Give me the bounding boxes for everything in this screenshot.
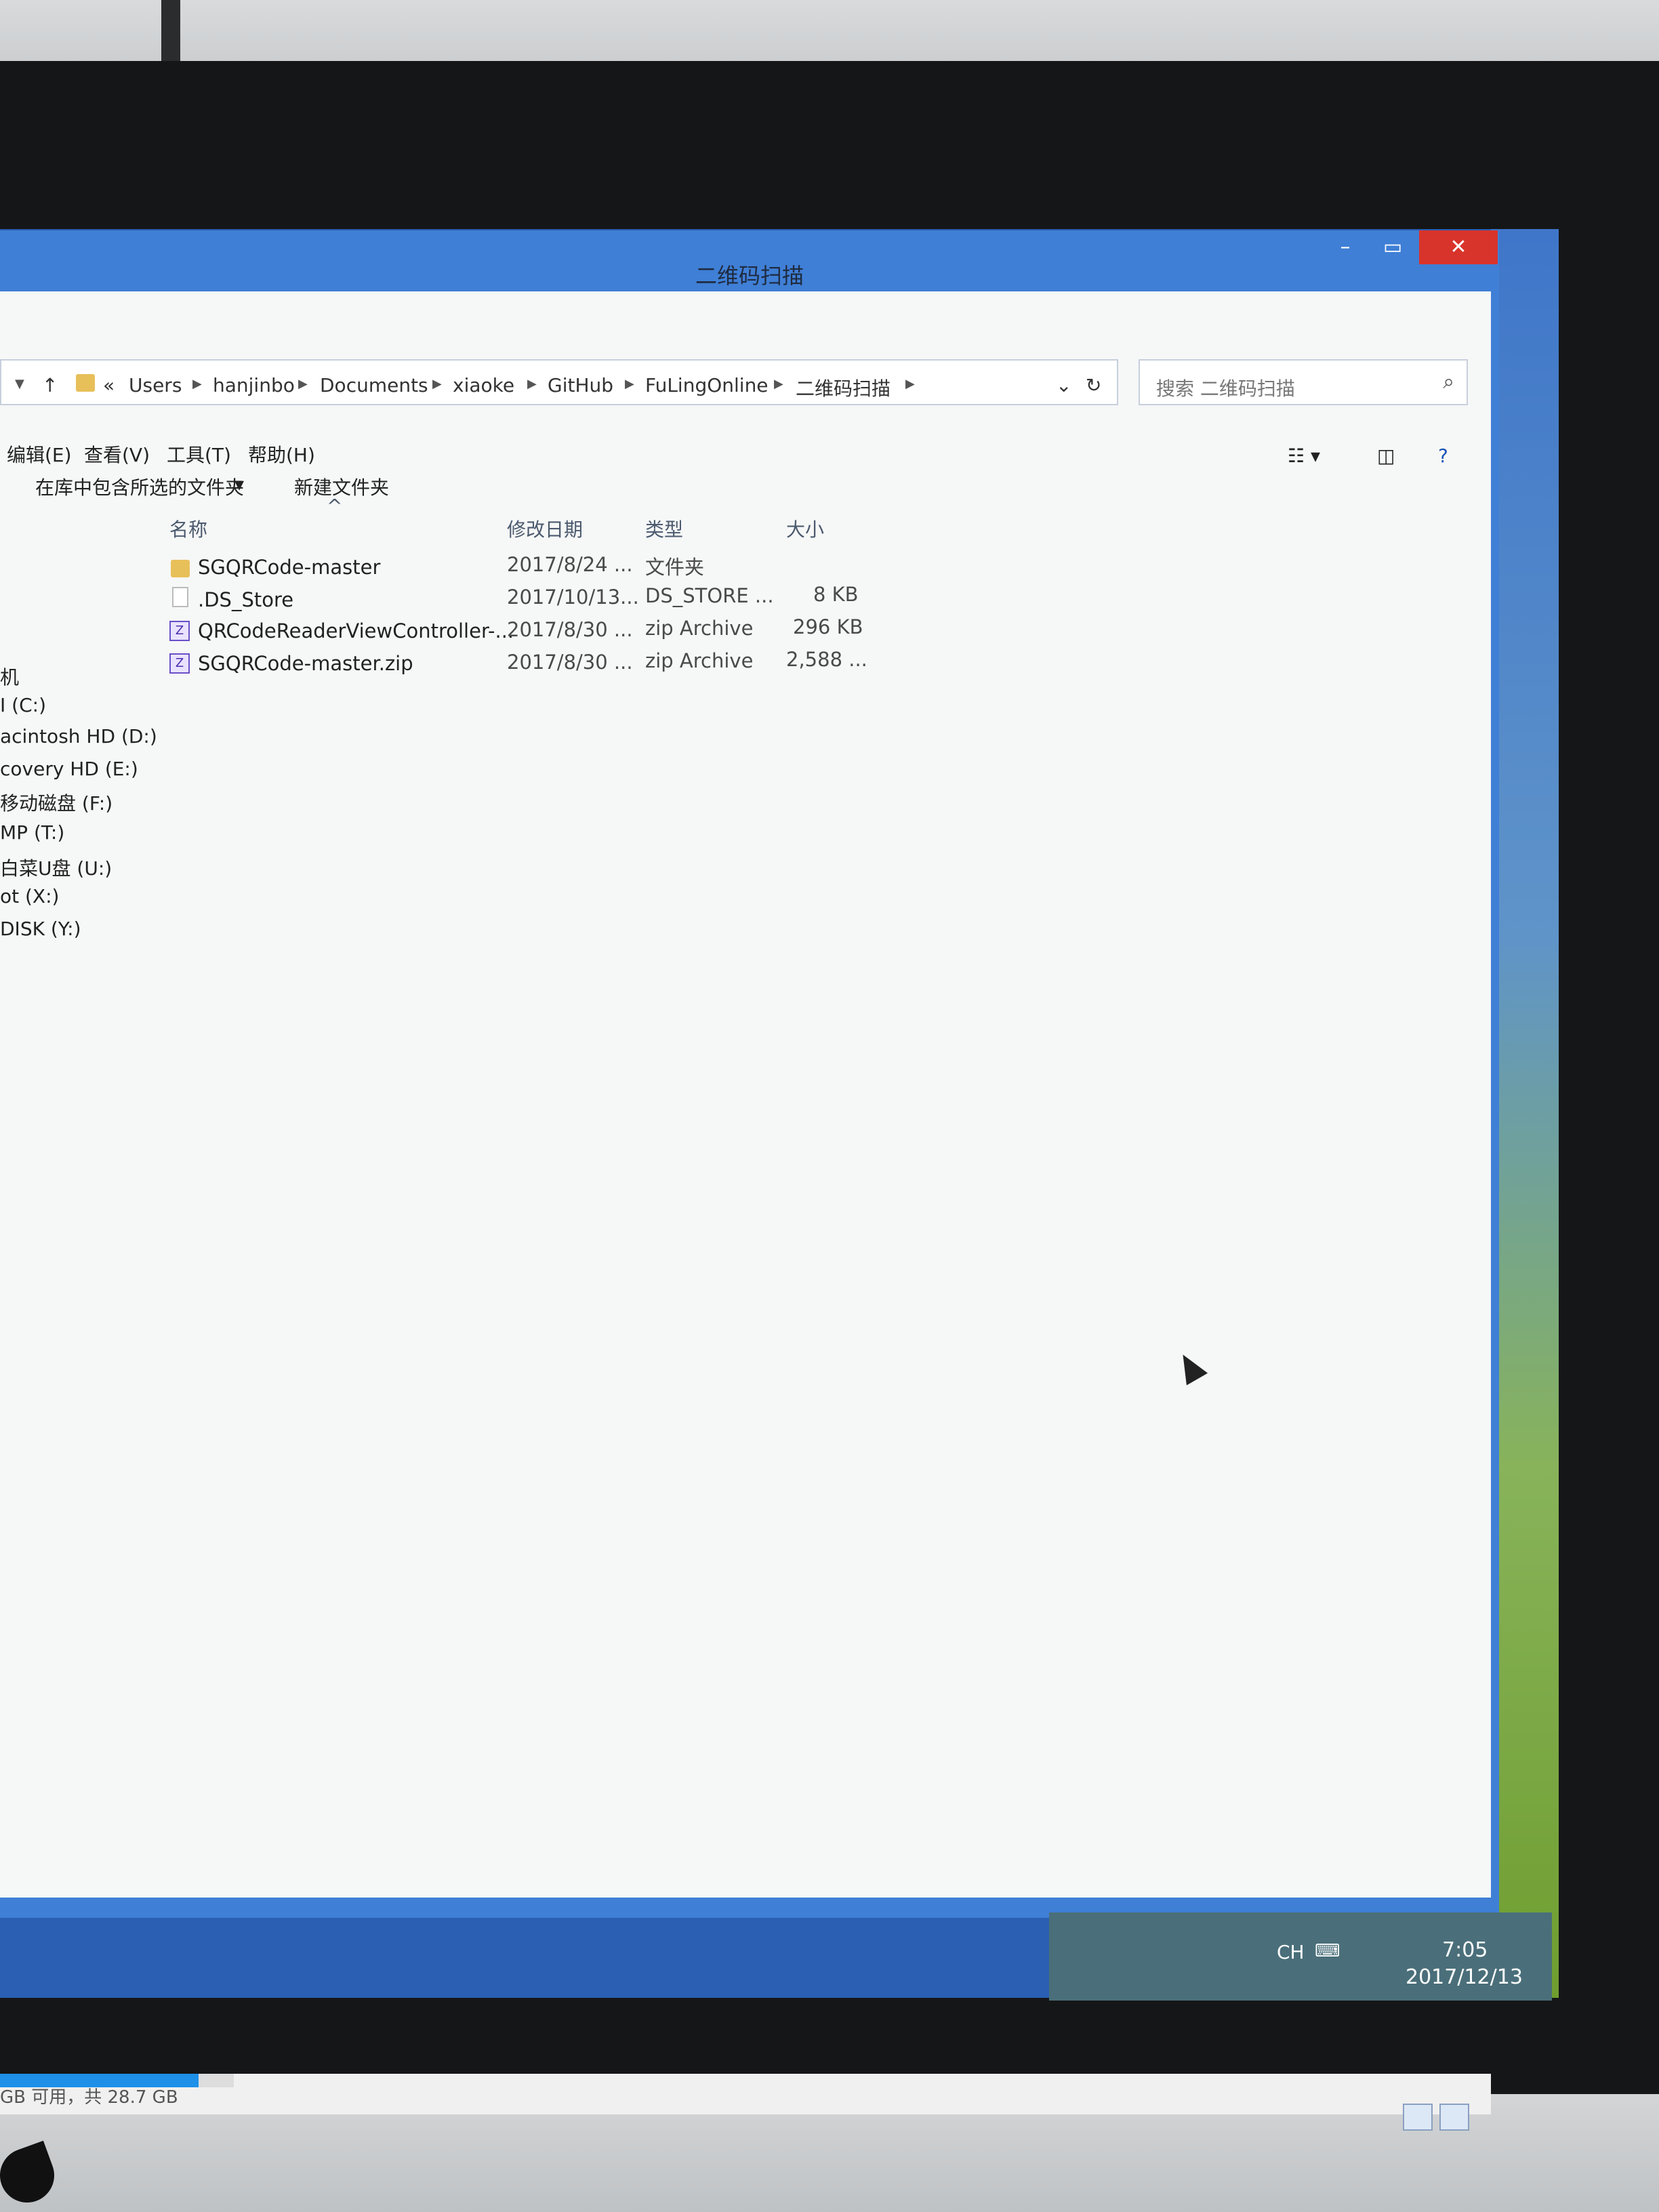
storage-text: GB 可用，共 28.7 GB [0,2087,178,2108]
file-type: zip Archive [645,649,754,672]
column-size[interactable]: 大小 [786,515,824,542]
clock-date[interactable]: 2017/12/13 [1406,1965,1523,1989]
status-bar: GB 可用，共 28.7 GB [0,2074,1491,2114]
file-date: 2017/8/30 ... [507,618,633,641]
file-date: 2017/10/13... [507,586,639,609]
file-name[interactable]: .DS_Store [198,588,293,611]
chevron-right-icon[interactable]: ▶ [192,377,202,391]
nav-item[interactable]: MP (T:) [0,821,64,844]
zip-archive-icon: Z [169,653,190,674]
explorer-window: 二维码扫描 – ▭ ✕ ▼ ↑ « Users ▶ hanjinbo ▶ Doc… [0,230,1499,2131]
nav-item[interactable]: covery HD (E:) [0,758,138,780]
dropdown-arrow-icon[interactable]: ▼ [15,377,24,391]
breadcrumb-documents[interactable]: Documents [320,374,428,396]
window-client: ▼ ↑ « Users ▶ hanjinbo ▶ Documents ▶ xia… [0,291,1491,1898]
include-library-button[interactable]: 在库中包含所选的文件夹 [35,473,244,500]
nav-item[interactable]: ot (X:) [0,885,59,907]
nav-item[interactable]: acintosh HD (D:) [0,725,157,747]
dropdown-arrow-icon[interactable]: ▾ [234,473,244,495]
title-bar[interactable]: 二维码扫描 – ▭ ✕ [0,230,1499,291]
column-name[interactable]: 名称 [169,515,207,542]
file-size: 8 KB [813,583,859,606]
preview-pane-icon[interactable]: ◫ [1377,445,1395,467]
file-type: 文件夹 [645,556,705,579]
menu-edit[interactable]: 编辑(E) [7,441,72,468]
chevron-right-icon[interactable]: ▶ [774,377,783,391]
file-size: 2,588 ... [786,648,867,671]
chevron-right-icon[interactable]: ▶ [527,377,537,391]
file-name[interactable]: SGQRCode-master [198,556,380,579]
file-name[interactable]: QRCodeReaderViewController-... [198,619,514,642]
sort-arrow-icon: ^ [327,495,343,517]
file-date: 2017/8/30 ... [507,651,633,674]
nav-item[interactable]: 移动磁盘 (F:) [0,789,112,816]
up-arrow-icon[interactable]: ↑ [42,374,58,396]
desktop-wallpaper [1491,229,1559,1998]
search-box[interactable]: 搜索 二维码扫描 ⌕ [1139,359,1468,405]
zip-archive-icon: Z [169,621,190,641]
menu-tools[interactable]: 工具(T) [167,441,231,468]
help-icon[interactable]: ? [1438,445,1448,467]
nav-item[interactable]: DISK (Y:) [0,918,81,940]
file-icon [172,587,188,607]
address-bar[interactable]: ▼ ↑ « Users ▶ hanjinbo ▶ Documents ▶ xia… [0,359,1118,405]
taskbar-tray: CH ⌨ 7:05 2017/12/13 [1049,1912,1552,2001]
menu-view[interactable]: 查看(V) [84,441,150,468]
chevron-right-icon[interactable]: ▶ [625,377,634,391]
breadcrumb-users[interactable]: Users [129,374,182,396]
breadcrumb-github[interactable]: GitHub [548,374,613,396]
nav-item[interactable]: I (C:) [0,694,46,716]
breadcrumb-fulingonline[interactable]: FuLingOnline [645,374,769,396]
minimize-button[interactable]: – [1322,230,1369,264]
maximize-button[interactable]: ▭ [1369,230,1416,264]
chevron-right-icon[interactable]: ▶ [905,377,915,391]
overflow-icon[interactable]: « [103,374,115,396]
breadcrumb-hanjinbo[interactable]: hanjinbo [213,374,295,396]
folder-icon [76,374,95,392]
folder-icon [171,560,190,577]
input-language[interactable]: CH [1277,1941,1305,1963]
breadcrumb-current[interactable]: 二维码扫描 [796,374,890,401]
nav-item[interactable]: 白菜U盘 (U:) [0,854,112,881]
file-type: DS_STORE ... [645,584,774,607]
view-options-icon[interactable]: ☷ ▾ [1288,445,1320,467]
refresh-icon[interactable]: ↻ [1086,374,1101,396]
search-placeholder: 搜索 二维码扫描 [1156,377,1295,400]
large-icons-view-icon[interactable] [1439,2104,1469,2131]
file-type: zip Archive [645,617,754,640]
keyboard-icon[interactable]: ⌨ [1315,1941,1340,1961]
file-size: 296 KB [793,615,863,638]
breadcrumb-xiaoke[interactable]: xiaoke [453,374,514,396]
chevron-right-icon[interactable]: ▶ [298,377,308,391]
clock-time[interactable]: 7:05 [1442,1938,1488,1962]
search-icon[interactable]: ⌕ [1443,370,1454,394]
column-type[interactable]: 类型 [645,515,683,542]
history-dropdown-icon[interactable]: ⌄ [1056,374,1071,396]
file-date: 2017/8/24 ... [507,553,633,576]
close-button[interactable]: ✕ [1419,230,1498,264]
nav-item[interactable]: 机 [0,663,19,690]
chevron-right-icon[interactable]: ▶ [432,377,442,391]
column-date[interactable]: 修改日期 [507,515,583,542]
menu-help[interactable]: 帮助(H) [248,441,315,468]
file-name[interactable]: SGQRCode-master.zip [198,652,413,675]
window-title: 二维码扫描 [695,263,804,289]
details-view-icon[interactable] [1403,2104,1433,2131]
